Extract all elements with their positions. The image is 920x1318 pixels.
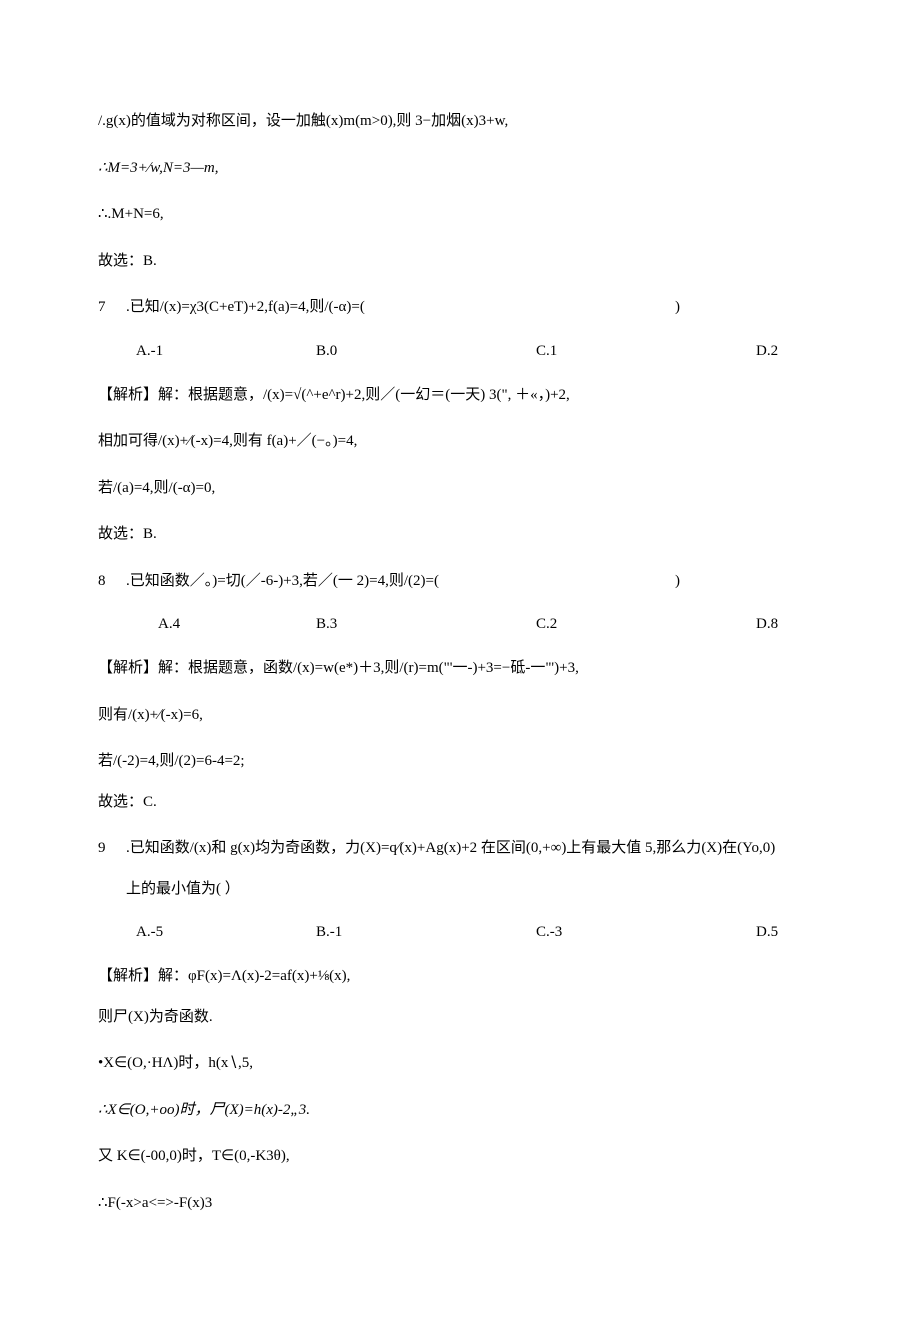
answer-line: 故选：C.: [98, 791, 830, 814]
question-7: 7 .已知/(x)=χ3(C+eT)+2,f(a)=4,则/(-α)=( ): [98, 296, 830, 319]
question-text: .已知/(x)=χ3(C+eT)+2,f(a)=4,则/(-α)=(: [126, 296, 365, 319]
options-row-7: A.-1 B.0 C.1 D.2: [98, 343, 830, 360]
option-a: A.-5: [136, 924, 316, 941]
option-b: B.0: [316, 343, 536, 360]
question-number: 8: [98, 570, 114, 593]
paren-close: ): [675, 570, 830, 593]
option-c: C.2: [536, 616, 756, 633]
answer-line: 故选：B.: [98, 523, 830, 546]
option-d: D.2: [756, 343, 778, 360]
option-d: D.8: [756, 616, 778, 633]
text-line: ∴M=3+∕w,N=3—m,: [98, 157, 830, 180]
option-c: C.1: [536, 343, 756, 360]
explanation-line: 【解析】解：根据题意，/(x)=√(^+e^r)+2,则／(一幻＝(一天) 3(…: [98, 384, 830, 407]
question-number: 9: [98, 837, 114, 860]
explanation-line: 【解析】解：φF(x)=Λ(x)-2=af(x)+⅛(x),: [98, 965, 830, 988]
text-line: 若/(a)=4,则/(-α)=0,: [98, 477, 830, 500]
option-d: D.5: [756, 924, 778, 941]
text-line: 则尸(X)为奇函数.: [98, 1006, 830, 1029]
text-line: 则有/(x)+∕(-x)=6,: [98, 704, 830, 727]
question-9: 9 .已知函数/(x)和 g(x)均为奇函数，力(X)=q∕(x)+Ag(x)+…: [98, 837, 830, 860]
question-text: .已知函数/(x)和 g(x)均为奇函数，力(X)=q∕(x)+Ag(x)+2 …: [126, 837, 775, 860]
text-line: ∴F(-x>a<=>-F(x)3: [98, 1192, 830, 1215]
question-8: 8 .已知函数／。)=切(／-6-)+3,若／(一 2)=4,则/(2)=( ): [98, 570, 830, 593]
text-line: ∴X∈(O,+oo)时，尸(X)=h(x)-2„3.: [98, 1099, 830, 1122]
option-a: A.-1: [136, 343, 316, 360]
options-row-8: A.4 B.3 C.2 D.8: [98, 616, 830, 633]
text-line: ∴.M+N=6,: [98, 203, 830, 226]
question-text: .已知函数／。)=切(／-6-)+3,若／(一 2)=4,则/(2)=(: [126, 570, 439, 593]
text-line: •X∈(O,·HΛ)时，h(x∖,5,: [98, 1052, 830, 1075]
option-b: B.3: [316, 616, 536, 633]
option-c: C.-3: [536, 924, 756, 941]
text-line: /.g(x)的值域为对称区间，设一加触(x)m(m>0),则 3−加烟(x)3+…: [98, 110, 830, 133]
question-text-cont: 上的最小值为( ）: [98, 878, 830, 901]
text-line: 又 K∈(-00,0)时，T∈(0,-K3θ),: [98, 1145, 830, 1168]
text-line: 相加可得/(x)+∕(-x)=4,则有 f(a)+／(−。)=4,: [98, 430, 830, 453]
answer-line: 故选：B.: [98, 250, 830, 273]
paren-close: ): [675, 296, 830, 319]
option-b: B.-1: [316, 924, 536, 941]
option-a: A.4: [158, 616, 316, 633]
document-page: /.g(x)的值域为对称区间，设一加触(x)m(m>0),则 3−加烟(x)3+…: [0, 0, 920, 1318]
options-row-9: A.-5 B.-1 C.-3 D.5: [98, 924, 830, 941]
text-line: 若/(-2)=4,则/(2)=6-4=2;: [98, 750, 830, 773]
question-number: 7: [98, 296, 114, 319]
explanation-line: 【解析】解：根据题意，函数/(x)=w(e*)＋3,则/(r)=m("'一-)+…: [98, 657, 830, 680]
